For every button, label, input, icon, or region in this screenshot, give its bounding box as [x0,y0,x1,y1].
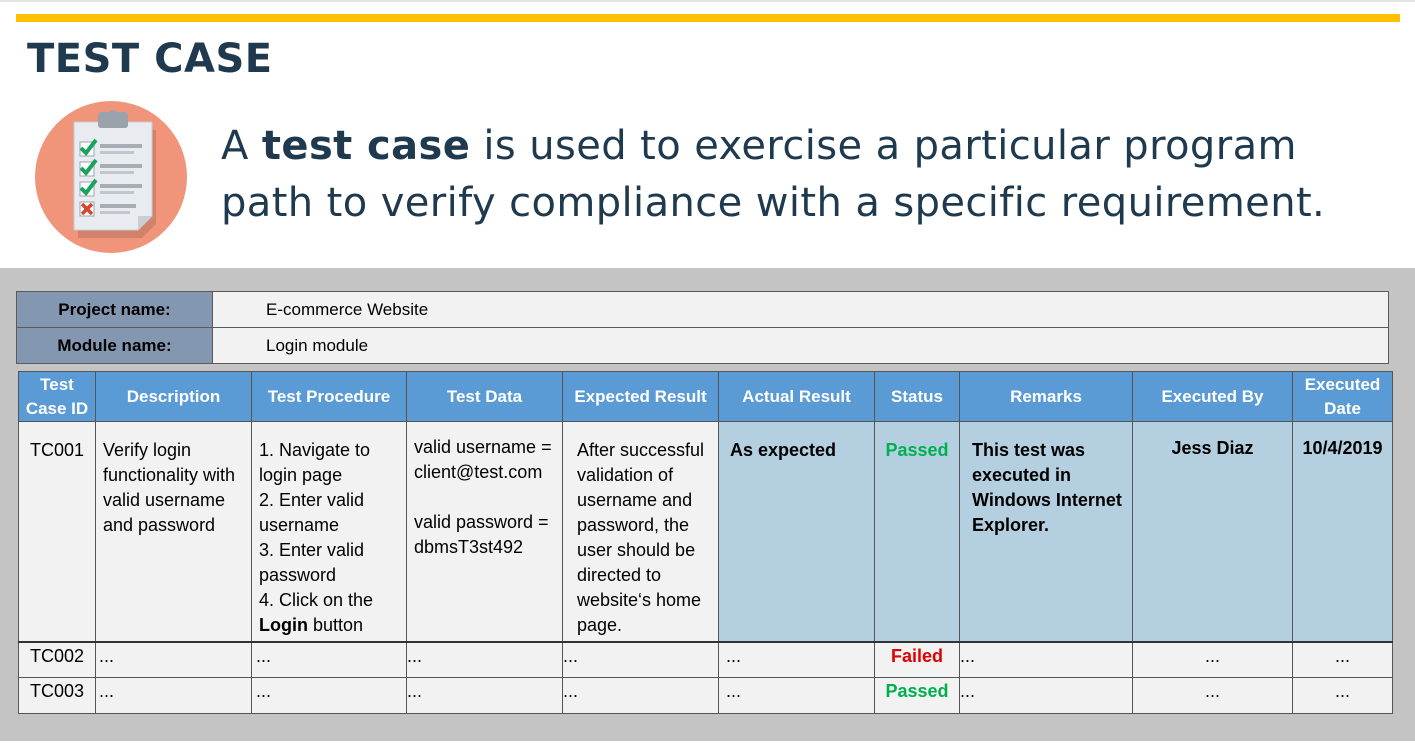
status-badge: Failed [890,645,943,666]
cell-executed-date: 10/4/2019 [1292,421,1393,642]
status-badge: Passed [885,681,949,701]
cell-executed-date: ... [1292,640,1393,678]
header-row: Test Case ID Description Test Procedure T… [18,371,1393,422]
clipboard-checklist-icon [34,100,189,255]
cell-procedure: ... [251,640,407,678]
cell-remarks: This test was executed in Windows Intern… [959,421,1133,642]
cell-actual: As expected [718,421,875,642]
top-rule [0,0,1415,2]
cell-actual: ... [718,677,875,714]
col-header-executed-by: Executed By [1132,371,1293,422]
project-name-value: E-commerce Website [212,291,1389,328]
project-name-label: Project name: [16,291,213,328]
cell-status: Failed [874,640,960,678]
lead-pre: A [221,123,262,169]
cell-executed-by: ... [1132,677,1293,714]
cell-expected: ... [562,640,719,678]
col-header-executed-date: Executed Date [1292,371,1393,422]
accent-bar [16,14,1400,22]
col-header-expected-result: Expected Result [562,371,719,422]
col-header-description: Description [95,371,252,422]
cell-remarks: ... [959,640,1133,678]
cell-id: TC003 [18,677,96,714]
module-row: Module name: Login module [16,327,1389,364]
table-row: TC001 Verify login functionality with va… [18,421,1393,642]
cell-status: Passed [874,677,960,714]
table-row: TC003 ... ... ... ... ... Passed ... ...… [18,677,1393,714]
cell-id: TC002 [18,640,96,678]
module-name-label: Module name: [16,327,213,364]
table-row: TC002 ... ... ... ... ... Failed ... ...… [18,640,1393,678]
cell-actual: ... [718,640,875,678]
col-header-test-procedure: Test Procedure [251,371,407,422]
cell-expected: After successful validation of username … [562,421,719,642]
status-badge: Passed [885,440,949,460]
col-header-actual-result: Actual Result [718,371,875,422]
cell-remarks: ... [959,677,1133,714]
cell-expected: ... [562,677,719,714]
test-case-table: Test Case ID Description Test Procedure T… [18,371,1393,714]
lead-statement: A test case is used to exercise a partic… [221,118,1391,232]
cell-procedure: ... [251,677,407,714]
cell-id: TC001 [18,421,96,642]
cell-test-data: valid username = client@test.com valid p… [406,421,563,642]
project-meta-table: Project name: E-commerce Website Module … [16,291,1389,364]
cell-status: Passed [874,421,960,642]
project-row: Project name: E-commerce Website [16,291,1389,328]
cell-test-data: ... [406,677,563,714]
cell-description: ... [95,640,252,678]
cell-procedure: 1. Navigate to login page 2. Enter valid… [251,421,407,642]
slide-title: TEST CASE [27,36,273,82]
lead-keyword: test case [261,123,471,169]
col-header-remarks: Remarks [959,371,1133,422]
col-header-status: Status [874,371,960,422]
col-header-test-case-id: Test Case ID [18,371,96,422]
cell-test-data: ... [406,640,563,678]
cell-executed-by: ... [1132,640,1293,678]
cell-executed-by: Jess Diaz [1132,421,1293,642]
cell-description: ... [95,677,252,714]
cell-executed-date: ... [1292,677,1393,714]
module-name-value: Login module [212,327,1389,364]
col-header-test-data: Test Data [406,371,563,422]
cell-description: Verify login functionality with valid us… [95,421,252,642]
